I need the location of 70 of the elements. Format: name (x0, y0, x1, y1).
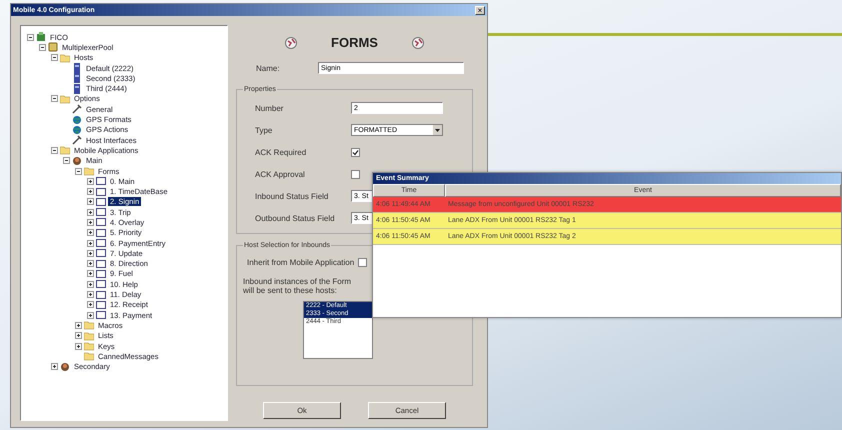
node-icon (60, 362, 70, 372)
field-label: ACK Approval (254, 170, 306, 178)
node-icon (48, 42, 58, 52)
plus-icon[interactable] (87, 270, 94, 278)
minus-icon[interactable] (51, 54, 58, 62)
plus-icon[interactable] (87, 240, 94, 247)
checkbox-label: Inherit from Mobile Application (246, 258, 354, 266)
plus-icon[interactable] (87, 301, 94, 308)
form-icon (96, 217, 106, 228)
server-icon (72, 63, 82, 74)
field-label: Outbound Status Field (254, 214, 336, 222)
minus-icon[interactable] (51, 146, 58, 154)
plus-icon[interactable] (87, 178, 94, 185)
forms-heading: FORMS (331, 35, 378, 50)
plus-icon[interactable] (51, 363, 58, 370)
plus-icon[interactable] (87, 260, 94, 268)
folder-icon (60, 52, 70, 63)
minus-icon[interactable] (75, 168, 82, 174)
form-icon (96, 290, 106, 300)
form-icon (96, 279, 106, 290)
name-label: Name: (255, 64, 281, 72)
folder-icon (84, 320, 94, 330)
minus-icon[interactable] (39, 44, 46, 51)
form-icon (96, 258, 106, 269)
plus-icon[interactable] (87, 218, 94, 226)
checkbox[interactable] (351, 148, 360, 156)
minus-icon[interactable] (51, 95, 58, 102)
folder-icon (84, 330, 94, 341)
minus-icon[interactable] (27, 34, 34, 41)
form-icon (96, 300, 106, 310)
form-icon (96, 207, 106, 218)
checkbox[interactable] (351, 170, 360, 178)
form-icon (96, 186, 106, 197)
plus-icon[interactable] (87, 208, 94, 216)
form-icon (96, 228, 106, 238)
server-icon (72, 73, 82, 84)
server-icon (72, 84, 82, 94)
wrench-icon (72, 135, 82, 146)
plus-icon[interactable] (75, 342, 82, 350)
plus-icon[interactable] (87, 291, 94, 298)
plus-icon[interactable] (87, 312, 94, 319)
form-icon (96, 176, 106, 186)
form-icon (96, 268, 106, 279)
field-label: Number (254, 104, 284, 112)
folder-icon (60, 145, 70, 156)
plus-icon[interactable] (87, 280, 94, 288)
close-button[interactable]: × (475, 6, 485, 14)
form-icon (96, 248, 106, 258)
node-icon (72, 156, 82, 166)
field-label: ACK Required (254, 148, 308, 156)
plus-icon[interactable] (75, 322, 82, 329)
field-label: Inbound Status Field (254, 192, 330, 200)
wrench-icon (72, 104, 82, 114)
checkbox[interactable] (358, 258, 368, 266)
plus-icon[interactable] (87, 250, 94, 257)
minus-icon[interactable] (63, 157, 70, 164)
instructions-text: Inbound instances of the Form will be sent to these hosts: (243, 277, 352, 295)
plus-icon[interactable] (75, 332, 82, 340)
form-icon (96, 196, 106, 207)
folder-icon (84, 351, 94, 362)
plus-icon[interactable] (87, 188, 94, 196)
folder-icon (84, 341, 94, 352)
plus-icon[interactable] (87, 229, 94, 236)
form-icon (96, 310, 106, 320)
form-icon (96, 238, 106, 248)
node-icon (36, 32, 46, 42)
field-label: Type (254, 126, 274, 134)
folder-icon (84, 166, 94, 176)
plus-icon[interactable] (87, 198, 94, 206)
folder-icon (60, 94, 70, 104)
